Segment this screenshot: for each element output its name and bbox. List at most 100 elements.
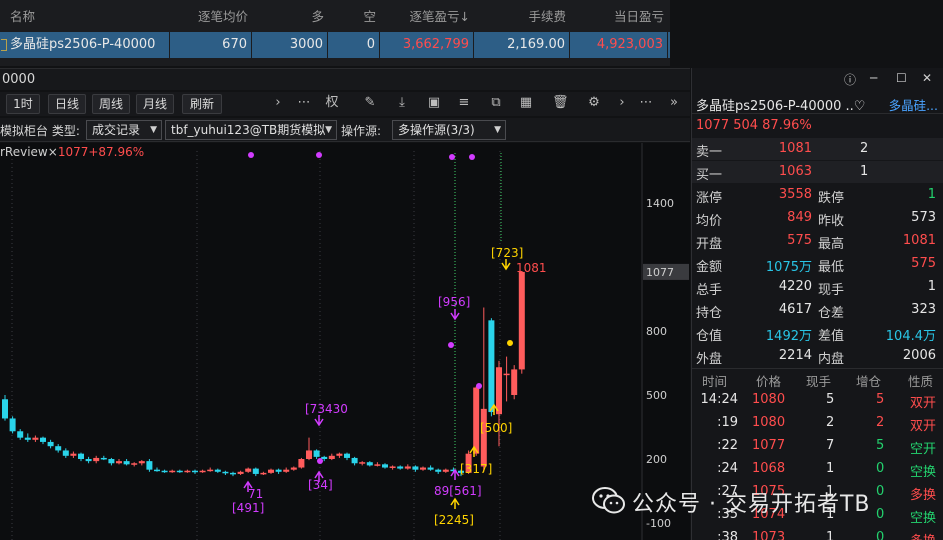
close-icon[interactable]: ✕ [922, 71, 932, 85]
trade-annotation: [500] [480, 421, 512, 435]
image-icon[interactable]: ▣ [426, 95, 442, 111]
quote-stat-row: 开盘 575 最高 1081 [692, 230, 943, 253]
record-type-select[interactable]: 成交记录 ▼ [86, 120, 162, 140]
candle-body [344, 453, 350, 458]
account-value: tbf_yuhui123@TB期货模拟 [171, 123, 326, 137]
stat-value: 849 [787, 210, 812, 225]
trade-annotation: [491] [232, 501, 264, 515]
trade-oi: 0 [876, 530, 885, 540]
settings-sliders-icon[interactable]: ≡ [456, 95, 472, 111]
y-tick-label: 1077 [646, 266, 674, 279]
candle-body [382, 464, 388, 468]
candle-body [306, 450, 312, 459]
orderbook-sell1[interactable]: 卖一 1081 2 [692, 138, 943, 160]
trade-nature: 多换 [910, 488, 937, 503]
double-chevron-right-icon[interactable]: » [666, 95, 682, 111]
refresh-button[interactable]: 刷新 [182, 94, 222, 114]
stat-value: 323 [911, 302, 936, 317]
chevron-right-icon[interactable]: › [614, 95, 630, 111]
candle-body [496, 367, 502, 415]
candle-body [518, 271, 525, 370]
col-header-long[interactable]: 多 [252, 4, 328, 30]
trades-col-nature: 性质 [908, 374, 934, 389]
col-header-pnl[interactable]: 逐笔盈亏↓ [380, 4, 474, 30]
copy-icon[interactable]: ⧉ [488, 95, 504, 111]
minimize-icon[interactable]: ─ [870, 71, 877, 85]
trade-filter-bar: 模拟柜台 类型: 成交记录 ▼ tbf_yuhui123@TB期货模拟 ▼ 操作源:… [0, 118, 690, 142]
quote-stat-row: 持仓 4617 仓差 323 [692, 299, 943, 322]
more-icon[interactable]: ⋯ [296, 95, 312, 111]
heart-icon[interactable]: ♡ [854, 99, 866, 114]
table-row[interactable]: 多晶硅ps2506-P-40000 670 3000 0 3,662,799 2… [0, 32, 670, 58]
col-header-short[interactable]: 空 [328, 4, 380, 30]
candle-body [420, 467, 426, 470]
trade-annotation: 89[561] [434, 484, 482, 498]
buy1-volume: 1 [860, 164, 869, 179]
more-icon[interactable]: ⋯ [638, 95, 654, 111]
layout-icon[interactable]: ▦ [518, 95, 534, 111]
trade-row[interactable]: :19 1080 2 2 双开 [692, 413, 943, 435]
instrument-link[interactable]: 多晶硅... [889, 95, 938, 114]
trade-price: 1080 [752, 392, 786, 407]
trade-annotation: 71 [248, 487, 263, 501]
candle-body [131, 463, 138, 465]
candle-body [321, 456, 328, 459]
trade-row[interactable]: :22 1077 7 5 空开 [692, 436, 943, 458]
period-day-button[interactable]: 日线 [48, 94, 86, 114]
quote-stat-row: 均价 849 昨收 573 [692, 207, 943, 230]
adjust-right-button[interactable]: 权 [324, 95, 340, 111]
col-header-name[interactable]: 名称 [0, 4, 170, 30]
panel-window-controls: ⓘ ─ ☐ ✕ [692, 68, 943, 90]
help-icon[interactable]: ⓘ [844, 71, 856, 88]
source-label: 操作源: [341, 124, 382, 138]
sell1-volume: 2 [860, 141, 869, 156]
maximize-icon[interactable]: ☐ [896, 71, 907, 85]
record-type-value: 成交记录 [92, 123, 141, 137]
candle-body [169, 470, 176, 473]
candle-body [62, 450, 69, 456]
candle-body [435, 469, 442, 472]
wechat-logo-icon [592, 487, 625, 514]
trade-marker-dot [317, 458, 323, 464]
source-value: 多操作源(3/3) [398, 123, 475, 137]
period-1h-button[interactable]: 1时 [6, 94, 40, 114]
trade-marker-dot [248, 152, 254, 158]
source-select[interactable]: 多操作源(3/3) ▼ [392, 120, 506, 140]
col-header-fee[interactable]: 手续费 [474, 4, 570, 30]
trade-row[interactable]: :38 1073 1 0 多换 [692, 528, 943, 540]
candle-body [359, 462, 366, 464]
candle-body [260, 472, 267, 475]
period-week-button[interactable]: 周线 [92, 94, 130, 114]
trash-icon[interactable]: 🗑 [552, 95, 569, 111]
trade-annotation: [723] [491, 246, 523, 260]
y-tick-label: 800 [646, 325, 667, 338]
trade-row[interactable]: 14:24 1080 5 5 双开 [692, 390, 943, 412]
col-header-avg-price[interactable]: 逐笔均价 [170, 4, 252, 30]
buy-arrow-icon [450, 497, 460, 509]
buy1-price: 1063 [778, 164, 812, 179]
trade-annotation: [956] [438, 295, 470, 309]
download-icon[interactable]: ⤓ [394, 95, 410, 111]
stat-value: 575 [911, 256, 936, 271]
trade-marker-dot [448, 342, 454, 348]
period-month-button[interactable]: 月线 [136, 94, 174, 114]
candle-body [374, 464, 381, 466]
trade-marker-dot [476, 383, 482, 389]
gear-icon[interactable]: ⚙ [586, 95, 602, 111]
stat-label: 内盘 [818, 352, 845, 367]
trade-annotation: [34] [308, 478, 333, 492]
pen-icon[interactable]: ✎ [362, 95, 378, 111]
col-header-day-pnl[interactable]: 当日盈亏 [570, 4, 668, 30]
candlestick-chart-svg[interactable]: 1400 1077 800 500 200 -100 [723]1081 [956] [7343… [0, 143, 690, 540]
candle-body [123, 461, 130, 465]
legend-close-icon[interactable]: × [48, 145, 58, 159]
chevron-right-icon[interactable]: › [270, 95, 286, 111]
sell1-label: 卖一 [696, 145, 723, 160]
candle-body [412, 466, 419, 470]
y-tick-label: 200 [646, 453, 667, 466]
trade-row[interactable]: :24 1068 1 0 空换 [692, 459, 943, 481]
trade-oi: 5 [876, 438, 885, 453]
candle-body [176, 470, 183, 473]
account-select[interactable]: tbf_yuhui123@TB期货模拟 ▼ [165, 120, 337, 140]
orderbook-buy1[interactable]: 买一 1063 1 [692, 161, 943, 183]
